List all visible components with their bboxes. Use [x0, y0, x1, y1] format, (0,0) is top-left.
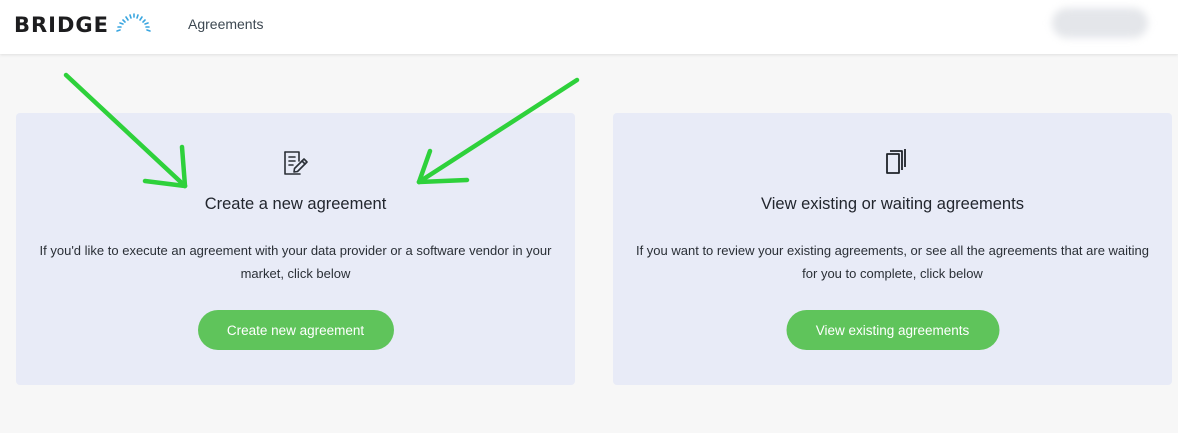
documents-stack-icon: [885, 149, 906, 174]
view-existing-agreements-button[interactable]: View existing agreements: [786, 310, 999, 350]
create-card-title: Create a new agreement: [204, 195, 387, 213]
nav-agreements-link[interactable]: Agreements: [188, 16, 263, 32]
create-agreement-card: Create a new agreement If you'd like to …: [16, 113, 575, 385]
view-agreements-card: View existing or waiting agreements If y…: [613, 113, 1172, 385]
edit-document-icon: [283, 151, 308, 175]
top-bar: BRIDGE Agreements: [0, 0, 1178, 54]
view-card-title: View existing or waiting agreements: [761, 195, 1024, 213]
bridge-logo[interactable]: BRIDGE: [14, 10, 153, 40]
create-card-description: If you'd like to execute an agreement wi…: [39, 243, 552, 281]
logo-arc-icon: [116, 13, 151, 32]
logo-text: BRIDGE: [14, 13, 110, 37]
create-new-agreement-button[interactable]: Create new agreement: [197, 310, 394, 350]
view-card-description: If you want to review your existing agre…: [635, 243, 1150, 281]
user-menu[interactable]: [1052, 8, 1148, 38]
